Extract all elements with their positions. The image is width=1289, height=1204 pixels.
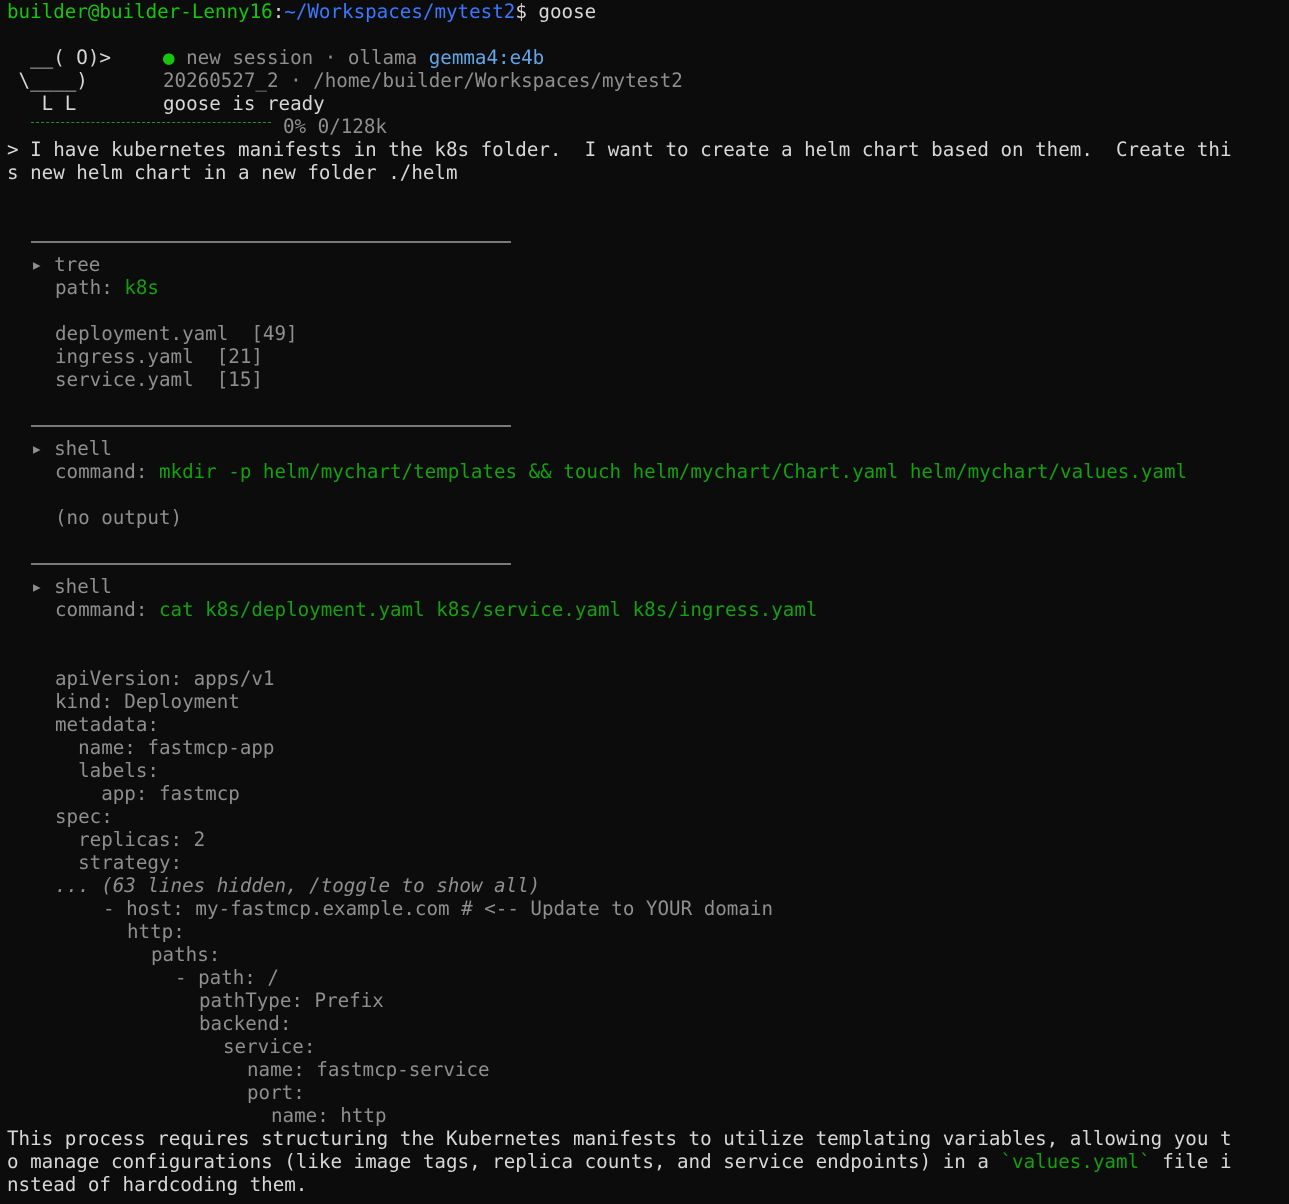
tool-output-line: spec: — [55, 805, 113, 828]
assistant-message-line-2: o manage configurations (like image tags… — [7, 1150, 1289, 1173]
inline-code: `values.yaml` — [1000, 1150, 1151, 1173]
tool-name: tree — [54, 253, 101, 276]
terminal-window[interactable]: builder@builder-Lenny16:~/Workspaces/myt… — [0, 0, 1289, 1204]
shell-prompt: builder@builder-Lenny16:~/Workspaces/myt… — [7, 0, 1289, 23]
ready-status: goose is ready — [163, 92, 325, 115]
tool-output-line: name: fastmcp-app — [55, 736, 275, 759]
tool-name: shell — [54, 575, 112, 598]
tool-param: path: k8s — [7, 276, 1289, 299]
assistant-text: o manage configurations (like image tags… — [7, 1150, 1001, 1173]
prompt-dollar: $ — [515, 0, 539, 23]
banner-line-2: \____) 20260527_2 · /home/builder/Workspa… — [7, 69, 1289, 92]
tool-separator — [7, 552, 1289, 575]
assistant-message-line-1: This process requires structuring the Ku… — [7, 1127, 1232, 1150]
tool-output-line: app: fastmcp — [55, 782, 240, 805]
tool-output-line: strategy: — [55, 851, 183, 874]
tool-output-line: backend: — [199, 1012, 292, 1035]
tool-output-line: service: — [223, 1035, 316, 1058]
assistant-text: file i — [1150, 1150, 1232, 1173]
tool-output-line: ingress.yaml [21] — [55, 345, 263, 368]
tool-call-header[interactable]: ▸ shell — [7, 437, 1289, 460]
tool-param: command: mkdir -p helm/mychart/templates… — [7, 460, 1289, 483]
prompt-command: goose — [538, 0, 597, 23]
tool-output-line: port: — [247, 1081, 305, 1104]
session-info: new session · ollama — [174, 46, 429, 69]
tool-output-line: metadata: — [55, 713, 159, 736]
expand-arrow-icon[interactable]: ▸ — [31, 253, 54, 276]
tool-call-header[interactable]: ▸ tree — [7, 253, 1289, 276]
assistant-message-line-3: nstead of hardcoding them. — [7, 1173, 308, 1196]
session-id-path: 20260527_2 · /home/builder/Workspaces/my… — [163, 69, 683, 92]
tool-output-line: - path: / — [175, 966, 279, 989]
user-message-line-2: s new helm chart in a new folder ./helm — [7, 161, 458, 184]
context-usage-text: 0% 0/128k — [283, 115, 387, 138]
goose-logo-bottom: L L — [7, 92, 77, 115]
tool-output-line: pathType: Prefix — [199, 989, 384, 1012]
tool-output-line: apiVersion: apps/v1 — [55, 667, 275, 690]
tool-output-line: name: fastmcp-service — [247, 1058, 490, 1081]
param-value: mkdir -p helm/mychart/templates && touch… — [158, 460, 1188, 483]
context-usage-line: 0% 0/128k — [7, 115, 1289, 138]
param-label: command: — [55, 598, 159, 621]
user-message-line-1: > I have kubernetes manifests in the k8s… — [7, 138, 1232, 161]
goose-logo-middle: \____) — [7, 69, 88, 92]
prompt-separator: : — [272, 0, 285, 23]
expand-arrow-icon[interactable]: ▸ — [31, 575, 54, 598]
banner-line-1: __( O)> ● new session · ollama gemma4:e4b — [7, 46, 1289, 69]
tool-output-line: http: — [127, 920, 185, 943]
prompt-path: ~/Workspaces/mytest2 — [284, 0, 516, 23]
tool-output-line: - host: my-fastmcp.example.com # <-- Upd… — [103, 897, 774, 920]
banner-line-3: L L goose is ready — [7, 92, 1289, 115]
hidden-lines-note: ... (63 lines hidden, /toggle to show al… — [55, 874, 541, 897]
status-dot-icon: ● — [163, 46, 175, 69]
expand-arrow-icon[interactable]: ▸ — [31, 437, 54, 460]
tool-output-line: replicas: 2 — [55, 828, 206, 851]
tool-output-line: deployment.yaml [49] — [55, 322, 298, 345]
param-value: k8s — [124, 276, 159, 299]
prompt-user-host: builder@builder-Lenny16 — [7, 0, 273, 23]
tool-separator — [7, 230, 1289, 253]
tool-output-line: labels: — [55, 759, 159, 782]
tool-call-header[interactable]: ▸ shell — [7, 575, 1289, 598]
param-label: command: — [55, 460, 159, 483]
context-usage-bar — [31, 122, 271, 133]
tool-output-line: service.yaml [15] — [55, 368, 263, 391]
tool-output-line: kind: Deployment — [55, 690, 240, 713]
tool-output-line: paths: — [151, 943, 221, 966]
tool-separator — [7, 414, 1289, 437]
param-value: cat k8s/deployment.yaml k8s/service.yaml… — [158, 598, 818, 621]
tool-name: shell — [54, 437, 112, 460]
tool-output-line: name: http — [271, 1104, 387, 1127]
tool-param: command: cat k8s/deployment.yaml k8s/ser… — [7, 598, 1289, 621]
model-name: gemma4:e4b — [428, 46, 545, 69]
tool-output-line: (no output) — [55, 506, 183, 529]
goose-logo-top: __( O)> — [7, 46, 111, 69]
param-label: path: — [55, 276, 125, 299]
